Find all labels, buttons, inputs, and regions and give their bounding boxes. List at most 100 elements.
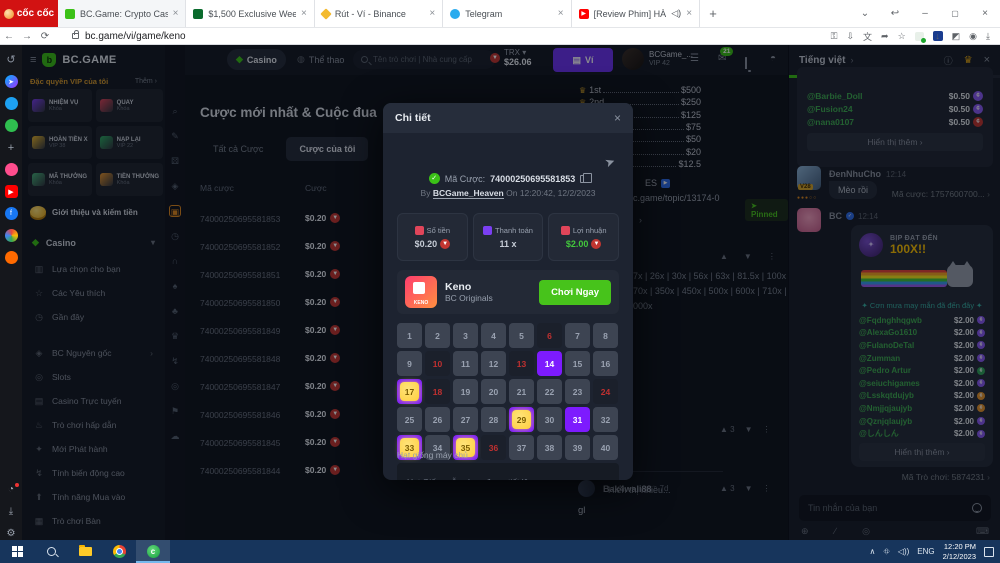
browser-tab[interactable]: BC.Game: Crypto Casino Gan× [58, 0, 186, 27]
keno-cell-5[interactable]: 5 [509, 323, 534, 348]
keno-cell-32[interactable]: 32 [593, 407, 618, 432]
lock-icon[interactable] [72, 33, 79, 39]
keno-cell-17[interactable]: 1717 [397, 379, 422, 404]
keno-cell-25[interactable]: 25 [397, 407, 422, 432]
play-now-button[interactable]: Chơi Ngay [539, 280, 611, 305]
keno-cell-36[interactable]: 36 [481, 435, 506, 460]
file-explorer-icon[interactable] [68, 540, 102, 563]
keno-cell-27[interactable]: 27 [453, 407, 478, 432]
twitter-icon[interactable] [5, 97, 18, 110]
pink-app-icon[interactable] [5, 163, 18, 176]
keno-cell-18[interactable]: 18 [425, 379, 450, 404]
keno-cell-39[interactable]: 39 [565, 435, 590, 460]
reload-button[interactable]: ⟳ [36, 31, 54, 42]
keno-cell-16[interactable]: 16 [593, 351, 618, 376]
keno-cell-1[interactable]: 1 [397, 323, 422, 348]
keno-cell-9[interactable]: 9 [397, 351, 422, 376]
tab-close-icon[interactable]: × [558, 8, 564, 19]
back-button[interactable]: ← [0, 31, 18, 42]
tab-close-icon[interactable]: × [301, 8, 307, 19]
youtube-favicon: ▶ [579, 9, 589, 19]
add-shortcut-icon[interactable]: + [5, 141, 18, 154]
keno-cell-3[interactable]: 3 [453, 323, 478, 348]
translate-icon[interactable]: 文 [863, 30, 872, 43]
share-icon[interactable]: ➦ [881, 31, 889, 42]
forward-button[interactable]: → [18, 31, 36, 42]
keno-cell-23[interactable]: 23 [565, 379, 590, 404]
tab-audio-icon[interactable]: ◁) [671, 8, 681, 19]
keno-cell-28[interactable]: 28 [481, 407, 506, 432]
facebook-icon[interactable]: f [5, 207, 18, 220]
keno-cell-26[interactable]: 26 [425, 407, 450, 432]
close-button[interactable]: × [970, 8, 1000, 19]
extensions-icon[interactable]: ◩ [952, 31, 961, 42]
action-center-icon[interactable] [984, 547, 994, 557]
key-icon[interactable]: ⚿ [831, 31, 838, 42]
keno-cell-6[interactable]: 6 [537, 323, 562, 348]
keno-cell-12[interactable]: 12 [481, 351, 506, 376]
browser-tab[interactable]: $1,500 Exclusive Weekend K× [186, 0, 314, 27]
green-app-icon[interactable] [5, 119, 18, 132]
keno-cell-2[interactable]: 2 [425, 323, 450, 348]
keno-cell-31[interactable]: 31 [565, 407, 590, 432]
tab-close-icon[interactable]: × [429, 8, 435, 19]
keno-cell-13[interactable]: 13 [509, 351, 534, 376]
google-icon[interactable] [5, 229, 18, 242]
keno-cell-8[interactable]: 8 [593, 323, 618, 348]
keno-cell-10[interactable]: 10 [425, 351, 450, 376]
language-indicator[interactable]: ENG [917, 547, 934, 556]
bookmark-star-icon[interactable]: ☆ [898, 31, 906, 42]
new-tab-button[interactable]: + [700, 0, 726, 27]
messenger-icon[interactable]: ➤ [5, 75, 18, 88]
adblock-shield-icon[interactable] [915, 32, 924, 41]
download-manager-icon[interactable]: ↓ [933, 31, 943, 41]
keno-cell-14[interactable]: 14 [537, 351, 562, 376]
shopping-icon[interactable] [5, 251, 18, 264]
chrome-icon[interactable] [102, 540, 136, 563]
settings-gear-icon[interactable]: ⚙ [5, 527, 18, 540]
volume-icon[interactable]: ◁)) [898, 547, 909, 556]
keno-cell-15[interactable]: 15 [565, 351, 590, 376]
notifications-bell-icon[interactable]: ◔ [5, 483, 18, 496]
browser-tab[interactable]: Rút - Ví - Binance× [315, 0, 443, 27]
bet-user-link[interactable]: BCGame_Heaven [433, 188, 504, 199]
keno-cell-11[interactable]: 11 [453, 351, 478, 376]
keno-cell-4[interactable]: 4 [481, 323, 506, 348]
taskbar-search-icon[interactable] [34, 540, 68, 563]
maximize-button[interactable]: ▢ [940, 9, 970, 18]
keno-cell-7[interactable]: 7 [565, 323, 590, 348]
minimize-button[interactable]: – [910, 8, 940, 19]
download-tray-icon[interactable]: ⤓ [5, 505, 18, 518]
close-modal-icon[interactable]: × [614, 111, 621, 125]
save-icon[interactable]: ⇩ [846, 31, 854, 42]
tab-search-icon[interactable]: ⌄ [850, 8, 880, 19]
browser-tab[interactable]: ▶[Review Phim] HÀO QUA◁)× [572, 0, 700, 27]
profile-icon[interactable]: ◉ [969, 31, 977, 42]
url-text[interactable]: bc.game/vi/game/keno [85, 31, 186, 42]
keno-cell-22[interactable]: 22 [537, 379, 562, 404]
keno-cell-29[interactable]: 2929 [509, 407, 534, 432]
tab-close-icon[interactable]: × [686, 8, 692, 19]
history-icon[interactable]: ↺ [5, 53, 18, 66]
youtube-icon[interactable]: ▶ [5, 185, 18, 198]
tray-expand-icon[interactable]: ∧ [870, 547, 876, 556]
taskbar-clock[interactable]: 12:20 PM 2/12/2023 [943, 542, 976, 562]
keno-cell-24[interactable]: 24 [593, 379, 618, 404]
share-arrow-icon[interactable]: ➤ [603, 154, 617, 171]
network-icon[interactable]: ⛗ [883, 547, 889, 557]
tab-close-icon[interactable]: × [173, 8, 179, 19]
copy-icon[interactable] [580, 175, 587, 183]
keno-cell-20[interactable]: 20 [481, 379, 506, 404]
browser-tab[interactable]: Telegram× [443, 0, 571, 27]
keno-cell-30[interactable]: 30 [537, 407, 562, 432]
keno-cell-19[interactable]: 19 [453, 379, 478, 404]
reopen-icon[interactable]: ↩ [880, 8, 910, 19]
keno-cell-40[interactable]: 40 [593, 435, 618, 460]
downloads-tray-icon[interactable]: ⤓ [986, 31, 990, 42]
keno-cell-37[interactable]: 37 [509, 435, 534, 460]
keno-cell-21[interactable]: 21 [509, 379, 534, 404]
start-button[interactable] [0, 540, 34, 563]
coccoc-logo[interactable]: cốc cốc [0, 0, 58, 27]
keno-cell-38[interactable]: 38 [537, 435, 562, 460]
coccoc-taskbar-icon[interactable]: c [136, 540, 170, 563]
